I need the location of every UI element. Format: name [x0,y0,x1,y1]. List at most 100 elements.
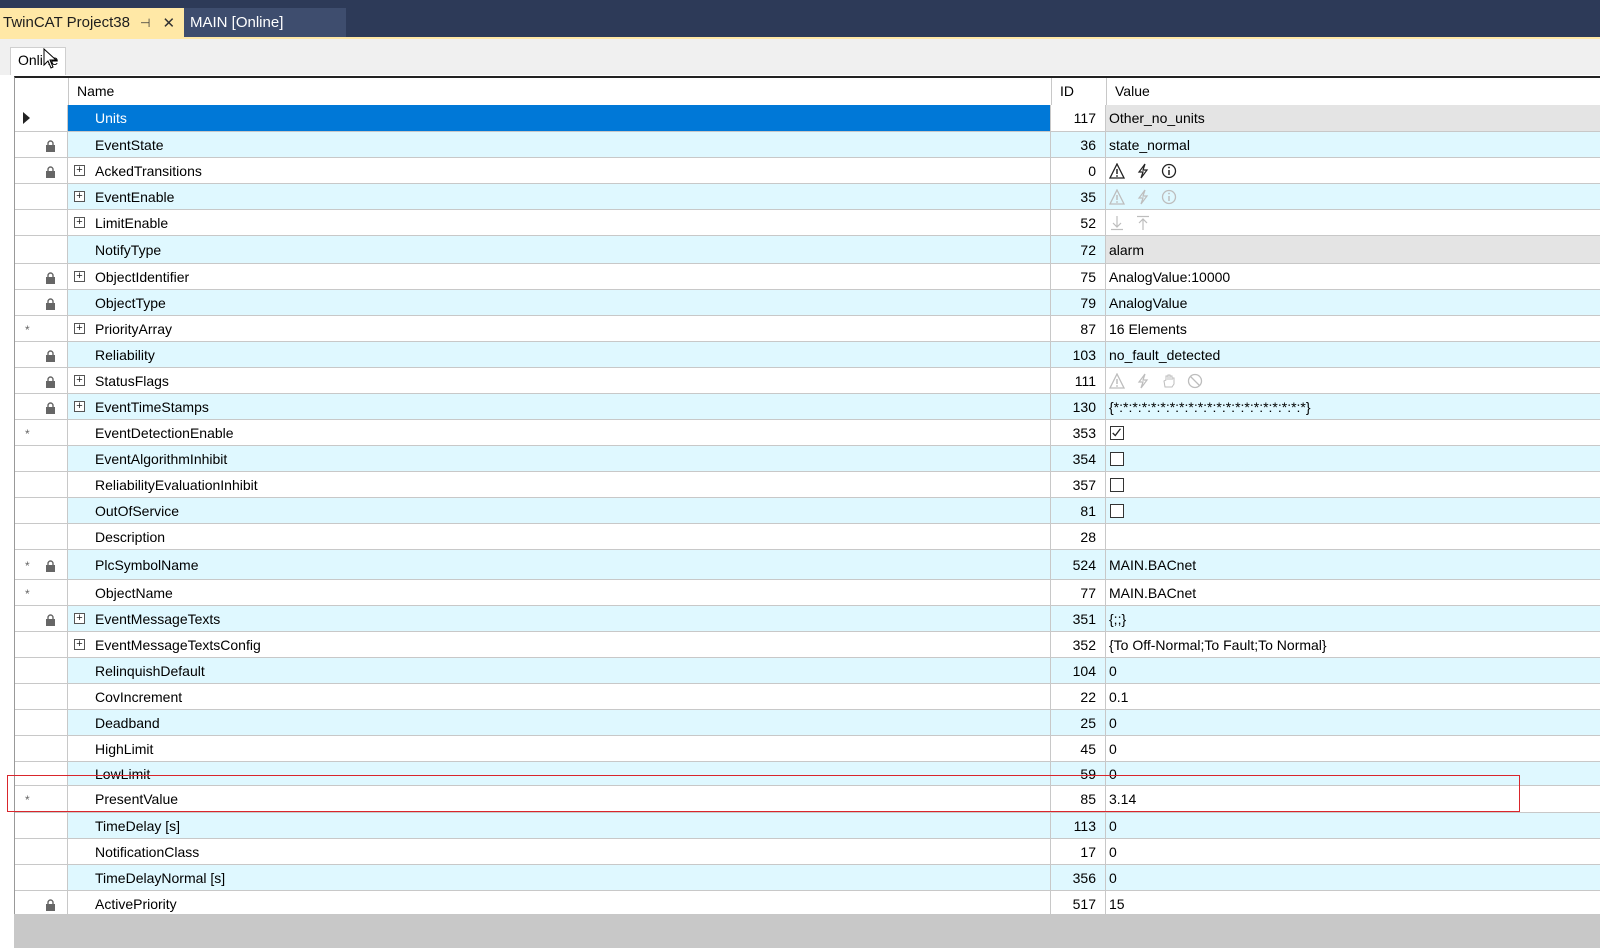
value-cell[interactable]: MAIN.BACnet [1106,580,1600,606]
warning-icon[interactable] [1108,162,1126,179]
value-cell[interactable]: 0 [1106,813,1600,839]
name-cell[interactable]: + EventMessageTextsConfig [68,632,1051,658]
table-row[interactable]: Description 28 [15,524,1600,550]
value-cell[interactable]: state_normal [1106,132,1600,158]
value-cell[interactable]: Other_no_units [1106,105,1600,132]
name-cell[interactable]: RelinquishDefault [68,658,1051,684]
table-row[interactable]: + LimitEnable 52 [15,210,1600,236]
value-cell[interactable] [1106,498,1600,524]
tab-main-online[interactable]: MAIN [Online] [184,8,346,37]
expand-icon[interactable]: + [74,612,85,624]
value-cell[interactable]: {To Off-Normal;To Fault;To Normal} [1106,632,1600,658]
warning-icon[interactable] [1108,188,1126,205]
blocked-icon[interactable] [1187,373,1203,389]
info-icon[interactable] [1161,163,1177,179]
property-value[interactable]: 16 Elements [1109,321,1187,337]
column-header-id[interactable]: ID [1051,78,1106,105]
property-value[interactable]: alarm [1109,242,1144,258]
value-cell[interactable]: no_fault_detected [1106,342,1600,368]
table-row[interactable]: ObjectType 79 AnalogValue [15,290,1600,316]
tab-twincat-project[interactable]: TwinCAT Project38 ⊣ ✕ [0,8,184,37]
name-cell[interactable]: + EventMessageTexts [68,606,1051,632]
name-cell[interactable]: Reliability [68,342,1051,368]
table-row[interactable]: NotificationClass 17 0 [15,839,1600,865]
value-cell[interactable] [1106,472,1600,498]
property-value[interactable]: MAIN.BACnet [1109,557,1196,573]
table-row[interactable]: Reliability 103 no_fault_detected [15,342,1600,368]
name-cell[interactable]: + ObjectIdentifier [68,264,1051,290]
table-row[interactable]: Units 117 Other_no_units [15,105,1600,132]
name-cell[interactable]: + PriorityArray [68,316,1051,342]
info-icon[interactable] [1161,189,1177,205]
name-cell[interactable]: ObjectType [68,290,1051,316]
table-row[interactable]: + AckedTransitions 0 [15,158,1600,184]
property-value[interactable]: {To Off-Normal;To Fault;To Normal} [1109,637,1327,653]
property-checkbox[interactable] [1110,425,1124,440]
name-cell[interactable]: EventAlgorithmInhibit [68,446,1051,472]
table-row[interactable]: * ObjectName 77 MAIN.BACnet [15,580,1600,606]
table-row[interactable]: RelinquishDefault 104 0 [15,658,1600,684]
fault-icon[interactable] [1135,189,1151,205]
table-row[interactable]: CovIncrement 22 0.1 [15,684,1600,710]
name-cell[interactable]: EventState [68,132,1051,158]
value-cell[interactable]: 0 [1106,839,1600,865]
property-checkbox[interactable] [1110,477,1124,492]
value-cell[interactable]: 3.14 [1106,786,1600,813]
value-cell[interactable]: {;;} [1106,606,1600,632]
property-value[interactable]: MAIN.BACnet [1109,585,1196,601]
name-cell[interactable]: TimeDelay [s] [68,813,1051,839]
property-value[interactable]: 15 [1109,896,1125,912]
value-cell[interactable]: AnalogValue [1106,290,1600,316]
hand-icon[interactable] [1161,373,1177,389]
value-cell[interactable] [1106,158,1600,184]
value-cell[interactable] [1106,368,1600,394]
value-cell[interactable]: 0 [1106,762,1600,786]
property-value[interactable]: AnalogValue [1109,295,1187,311]
value-cell[interactable]: 0 [1106,736,1600,762]
property-checkbox[interactable] [1110,451,1124,466]
name-cell[interactable]: + StatusFlags [68,368,1051,394]
table-row[interactable]: + EventTimeStamps 130 {*:*:*:*:*:*:*:*:*:*:… [15,394,1600,420]
name-cell[interactable]: LowLimit [68,762,1051,786]
table-row[interactable]: + EventMessageTexts 351 {;;} [15,606,1600,632]
table-row[interactable]: TimeDelayNormal [s] 356 0 [15,865,1600,891]
property-value[interactable]: AnalogValue:10000 [1109,269,1230,285]
value-cell[interactable]: 16 Elements [1106,316,1600,342]
table-row[interactable]: EventState 36 state_normal [15,132,1600,158]
property-value[interactable]: 0 [1109,663,1117,679]
table-row[interactable]: HighLimit 45 0 [15,736,1600,762]
horizontal-scrollbar[interactable] [14,914,1600,948]
name-cell[interactable]: Description [68,524,1051,550]
value-cell[interactable]: AnalogValue:10000 [1106,264,1600,290]
column-header-value[interactable]: Value [1106,78,1600,105]
table-row[interactable]: + ObjectIdentifier 75 AnalogValue:10000 [15,264,1600,290]
name-cell[interactable]: Deadband [68,710,1051,736]
table-row[interactable]: ReliabilityEvaluationInhibit 357 [15,472,1600,498]
name-cell[interactable]: NotifyType [68,236,1051,264]
table-row[interactable]: TimeDelay [s] 113 0 [15,813,1600,839]
table-row[interactable]: + EventEnable 35 [15,184,1600,210]
value-cell[interactable]: MAIN.BACnet [1106,550,1600,580]
table-row[interactable]: + EventMessageTextsConfig 352 {To Off-Norma… [15,632,1600,658]
table-row[interactable]: * + PriorityArray 87 16 Elements [15,316,1600,342]
property-value[interactable]: 0 [1109,844,1117,860]
value-cell[interactable]: {*:*:*:*:*:*:*:*:*:*:*:*:*:*:*:*:*:*:*:*… [1106,394,1600,420]
property-value[interactable]: 3.14 [1109,791,1136,807]
table-row[interactable]: * EventDetectionEnable 353 [15,420,1600,446]
expand-icon[interactable]: + [74,164,85,176]
property-value[interactable]: 0 [1109,715,1117,731]
name-cell[interactable]: + EventTimeStamps [68,394,1051,420]
name-cell[interactable]: EventDetectionEnable [68,420,1051,446]
property-value[interactable]: 0 [1109,741,1117,757]
property-value[interactable]: {*:*:*:*:*:*:*:*:*:*:*:*:*:*:*:*:*:*:*:*… [1109,399,1311,415]
property-value[interactable]: {;;} [1109,611,1126,627]
name-cell[interactable]: ReliabilityEvaluationInhibit [68,472,1051,498]
property-value[interactable]: no_fault_detected [1109,347,1220,363]
property-value[interactable]: 0 [1109,818,1117,834]
low-limit-icon[interactable] [1109,215,1125,231]
column-header-name[interactable]: Name [68,78,1051,105]
property-value[interactable]: state_normal [1109,137,1190,153]
property-value[interactable]: 0 [1109,870,1117,886]
expand-icon[interactable]: + [74,216,85,228]
value-cell[interactable] [1106,524,1600,550]
